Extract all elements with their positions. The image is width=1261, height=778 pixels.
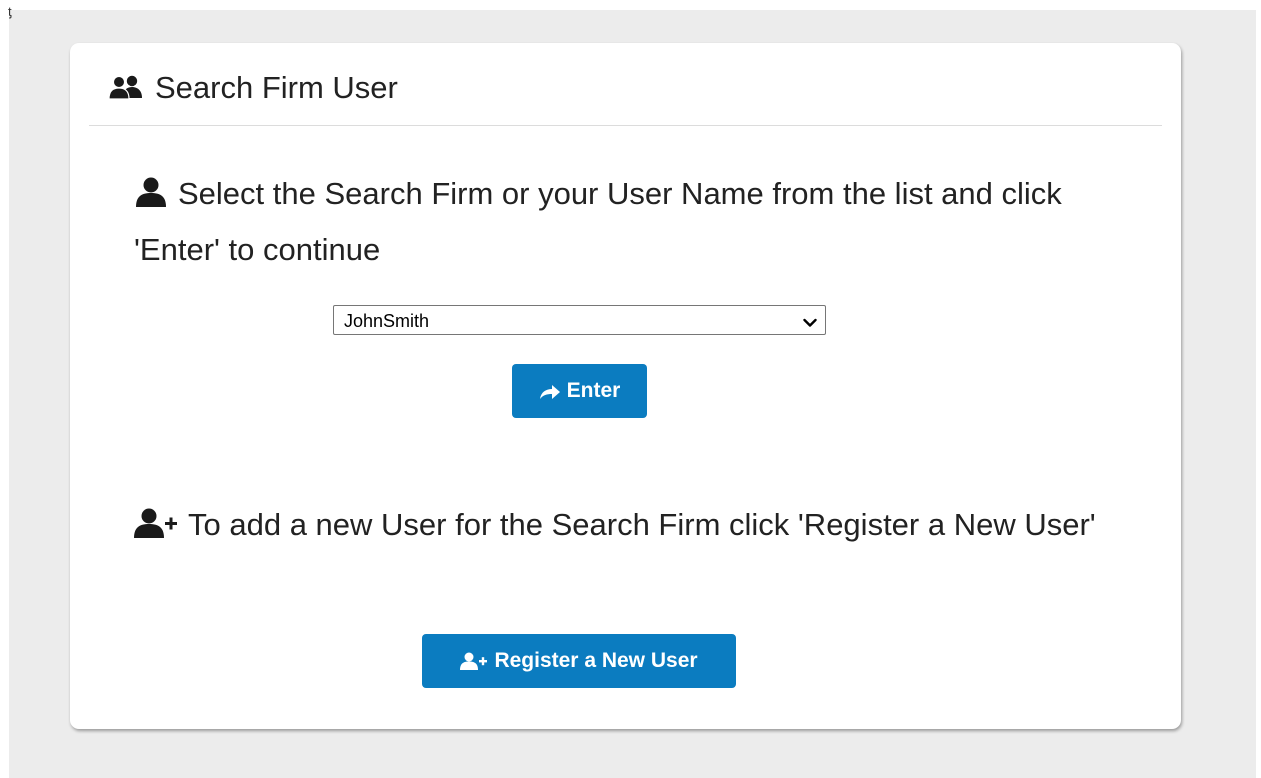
register-instruction-text: To add a new User for the Search Firm cl… bbox=[188, 507, 1096, 542]
share-arrow-icon bbox=[539, 385, 560, 399]
card-title: Search Firm User bbox=[155, 70, 398, 105]
firm-user-select-value: JohnSmith bbox=[344, 311, 430, 331]
register-new-user-button-label: Register a New User bbox=[494, 649, 698, 672]
user-icon bbox=[134, 170, 168, 223]
enter-button[interactable]: Enter bbox=[512, 364, 647, 418]
card-header: Search Firm User bbox=[89, 43, 1162, 126]
register-instruction: To add a new User for the Search Firm cl… bbox=[134, 498, 1124, 554]
select-instruction-text: Select the Search Firm or your User Name… bbox=[134, 176, 1062, 267]
users-icon bbox=[108, 75, 144, 100]
enter-button-label: Enter bbox=[566, 379, 621, 402]
user-plus-icon bbox=[460, 652, 488, 670]
firm-user-select[interactable]: JohnSmith bbox=[333, 305, 826, 335]
select-instruction: Select the Search Firm or your User Name… bbox=[134, 167, 1124, 276]
search-firm-user-card: Search Firm User Select the Search Firm … bbox=[70, 43, 1181, 729]
register-new-user-button[interactable]: Register a New User bbox=[422, 634, 736, 688]
user-plus-icon bbox=[134, 501, 178, 554]
corner-glyph: ƫ bbox=[8, 4, 12, 19]
chevron-down-icon bbox=[803, 315, 817, 327]
